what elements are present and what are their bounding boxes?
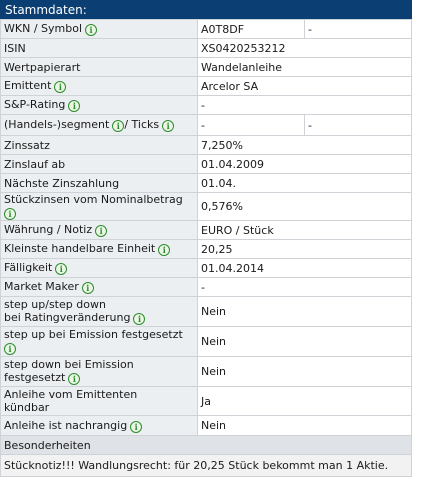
label-text: festgesetzt <box>4 371 66 384</box>
table-row: Nächste Zinszahlung 01.04. <box>0 173 412 193</box>
row-value: XS0420253212 <box>197 38 412 58</box>
table-row: Stückzinsen vom Nominalbetrag i 0,576% <box>0 192 412 221</box>
label-text: / Ticks <box>124 118 160 131</box>
table-row: Zinssatz 7,250% <box>0 135 412 155</box>
row-label: step down bei Emission festgesetzt i <box>0 356 198 387</box>
label-text: WKN / Symbol <box>4 22 82 35</box>
info-icon[interactable]: i <box>68 373 81 385</box>
row-label: Nächste Zinszahlung <box>0 173 198 193</box>
note-row: Stücknotiz!!! Wandlungsrecht: für 20,25 … <box>0 454 412 477</box>
label-text: (Handels-)segment <box>4 118 110 131</box>
label-text: Stückzinsen vom Nominalbetrag <box>4 193 183 207</box>
row-value: 01.04.2014 <box>197 258 412 278</box>
table-row: WKN / Symbol i A0T8DF - <box>0 19 412 39</box>
row-value: Arcelor SA <box>197 76 412 96</box>
label-text: Kleinste handelbare Einheit <box>4 242 156 255</box>
info-icon[interactable]: i <box>85 24 97 36</box>
row-value: EURO / Stück <box>197 220 412 240</box>
table-row: Anleihe vom Emittenten kündbar Ja <box>0 386 412 416</box>
label-text: step down bei Emission <box>4 358 134 371</box>
row-label: Währung / Notiz i <box>0 220 198 240</box>
row-value: Nein <box>197 326 412 357</box>
table-row: (Handels-)segment i / Ticks i - - <box>0 114 412 136</box>
label-text: Währung / Notiz <box>4 223 93 236</box>
table-row: step up bei Emission festgesetzt i Nein <box>0 326 412 357</box>
info-icon[interactable]: i <box>130 420 143 433</box>
stammdaten-panel: Stammdaten: WKN / Symbol i A0T8DF - ISIN … <box>0 0 412 477</box>
section-row: Besonderheiten <box>0 435 412 455</box>
table-row: step down bei Emission festgesetzt i Nein <box>0 356 412 387</box>
row-label: Emittent i <box>0 76 198 96</box>
stammdaten-table: WKN / Symbol i A0T8DF - ISIN XS0420253212… <box>0 19 412 477</box>
label-text: kündbar <box>4 401 50 414</box>
row-value: Nein <box>197 415 412 436</box>
row-label: Zinslauf ab <box>0 154 198 174</box>
row-label: Kleinste handelbare Einheit i <box>0 239 198 259</box>
label-text: Anleihe ist nachrangig <box>4 418 128 432</box>
row-value: - <box>197 95 412 115</box>
row-value: Wandelanleihe <box>197 57 412 77</box>
besonderheiten-text: Stücknotiz!!! Wandlungsrecht: für 20,25 … <box>0 454 412 477</box>
row-label: Stückzinsen vom Nominalbetrag i <box>0 192 198 221</box>
table-row: S&P-Rating i - <box>0 95 412 115</box>
label-text: Market Maker <box>4 280 79 293</box>
row-label: S&P-Rating i <box>0 95 198 115</box>
row-label: WKN / Symbol i <box>0 19 198 39</box>
label-text: Emittent <box>4 79 52 92</box>
table-row: Zinslauf ab 01.04.2009 <box>0 154 412 174</box>
row-label: Anleihe vom Emittenten kündbar <box>0 386 198 416</box>
row-value: 01.04. <box>197 173 412 193</box>
table-row: Emittent i Arcelor SA <box>0 76 412 96</box>
label-text: step up bei Emission festgesetzt <box>4 328 183 341</box>
label-text: S&P-Rating <box>4 98 66 111</box>
table-row: Währung / Notiz i EURO / Stück <box>0 220 412 240</box>
info-icon[interactable]: i <box>95 225 108 237</box>
info-icon[interactable]: i <box>4 208 16 220</box>
row-label: (Handels-)segment i / Ticks i <box>0 114 198 136</box>
table-row: Fälligkeit i 01.04.2014 <box>0 258 412 278</box>
row-value: 20,25 <box>197 239 412 259</box>
label-text: step up/step down <box>4 298 106 311</box>
table-row: Anleihe ist nachrangig i Nein <box>0 415 412 436</box>
info-icon[interactable]: i <box>81 282 94 294</box>
row-label: Market Maker i <box>0 277 198 297</box>
info-icon[interactable]: i <box>54 81 67 93</box>
info-icon[interactable]: i <box>158 244 171 256</box>
row-label: step up bei Emission festgesetzt i <box>0 326 198 357</box>
info-icon[interactable]: i <box>55 263 68 275</box>
table-row: ISIN XS0420253212 <box>0 38 412 58</box>
row-label: Anleihe ist nachrangig i <box>0 415 198 436</box>
row-label: ISIN <box>0 38 198 58</box>
row-label: Fälligkeit i <box>0 258 198 278</box>
info-icon[interactable]: i <box>112 120 125 132</box>
info-icon[interactable]: i <box>133 313 146 325</box>
row-label: Wertpapierart <box>0 57 198 77</box>
row-label: step up/step down bei Ratingveränderung i <box>0 296 198 327</box>
info-icon[interactable]: i <box>4 343 16 355</box>
label-text: Anleihe vom Emittenten <box>4 388 138 401</box>
section-title: Besonderheiten <box>0 435 412 455</box>
info-icon[interactable]: i <box>68 100 81 112</box>
row-extra-value: - <box>304 19 412 39</box>
row-value: Nein <box>197 356 412 387</box>
row-value: Nein <box>197 296 412 327</box>
table-row: Market Maker i - <box>0 277 412 297</box>
row-value: 0,576% <box>197 192 412 221</box>
row-value: 7,250% <box>197 135 412 155</box>
row-value: 01.04.2009 <box>197 154 412 174</box>
row-value: - <box>197 277 412 297</box>
info-icon[interactable]: i <box>162 120 175 132</box>
table-row: Wertpapierart Wandelanleihe <box>0 57 412 77</box>
row-label: Zinssatz <box>0 135 198 155</box>
row-extra-value: - <box>304 114 412 136</box>
label-text: bei Ratingveränderung <box>4 311 131 324</box>
row-value: Ja <box>197 386 412 416</box>
panel-title: Stammdaten: <box>0 0 412 19</box>
table-row: step up/step down bei Ratingveränderung i … <box>0 296 412 327</box>
row-value: A0T8DF <box>197 19 305 39</box>
label-text: Fälligkeit <box>4 261 53 274</box>
row-value: - <box>197 114 305 136</box>
table-row: Kleinste handelbare Einheit i 20,25 <box>0 239 412 259</box>
